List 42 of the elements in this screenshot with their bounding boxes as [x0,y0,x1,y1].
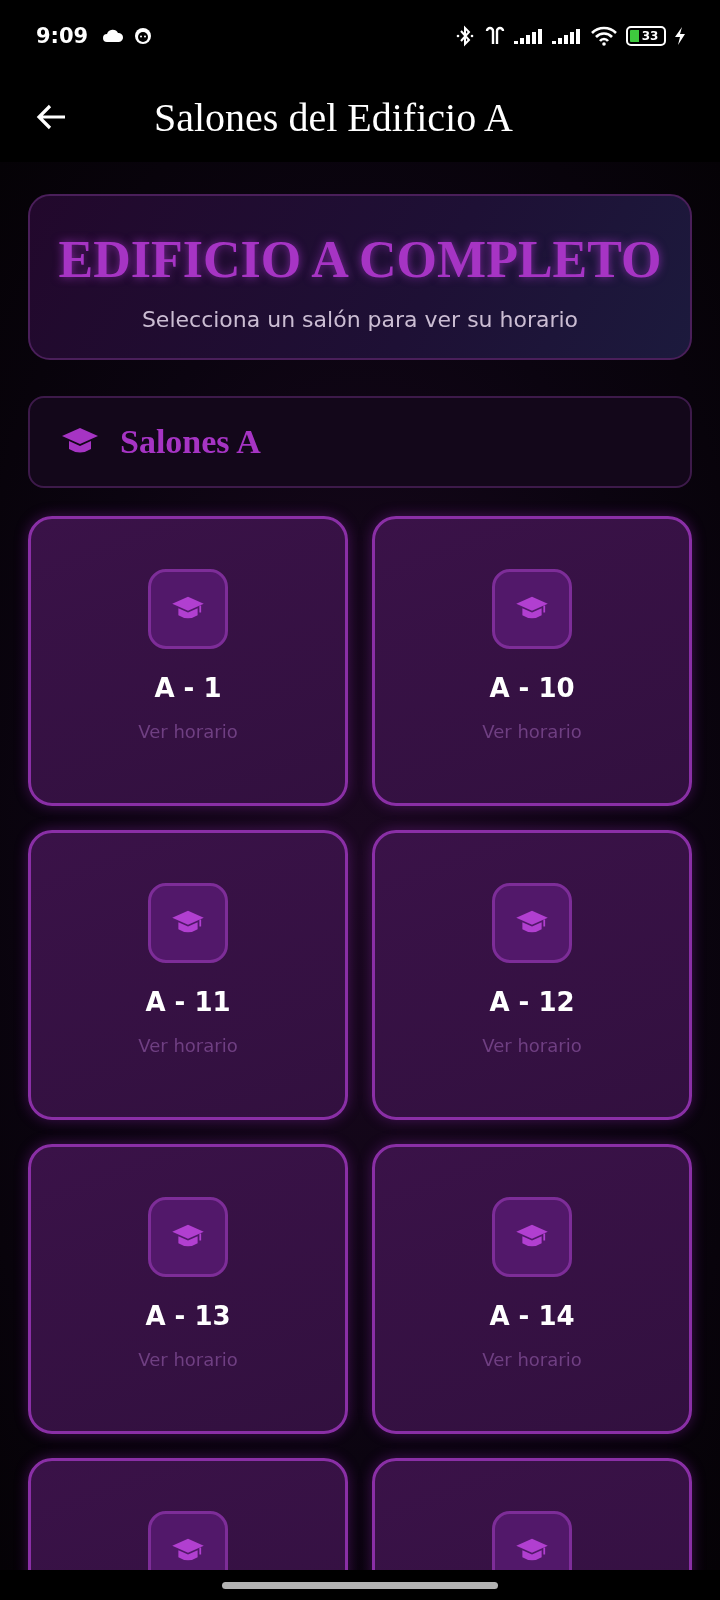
room-card[interactable]: A - 11 Ver horario [28,830,348,1120]
room-card[interactable]: A - 12 Ver horario [372,830,692,1120]
graduation-cap-icon [148,1511,228,1570]
cloud-icon [102,29,125,43]
graduation-cap-icon [148,1197,228,1277]
status-time: 9:09 [36,24,89,48]
room-name: A - 1 [154,673,222,703]
room-card[interactable]: A - 1 Ver horario [28,516,348,806]
bluetooth-icon [454,25,476,47]
hero-subtitle: Selecciona un salón para ver su horario [141,307,579,332]
room-action: Ver horario [138,721,238,742]
graduation-cap-icon [148,883,228,963]
section-title: Salones A [120,423,261,461]
signal-icon [514,28,544,44]
battery-level: 33 [640,30,659,42]
wifi-icon [590,26,618,46]
graduation-cap-icon [492,883,572,963]
charging-icon [674,27,686,45]
room-name: A - 12 [489,987,575,1017]
room-action: Ver horario [482,1035,582,1056]
room-action: Ver horario [138,1035,238,1056]
room-name: A - 13 [145,1301,231,1331]
room-name: A - 14 [489,1301,575,1331]
graduation-cap-icon [492,569,572,649]
room-action: Ver horario [138,1349,238,1370]
graduation-cap-icon [492,1511,572,1570]
graduation-cap-icon [492,1197,572,1277]
room-name: A - 10 [489,673,575,703]
room-name: A - 11 [145,987,231,1017]
home-indicator[interactable] [222,1581,498,1589]
room-action: Ver horario [482,1349,582,1370]
earbuds-icon [484,26,506,46]
graduation-cap-icon [148,569,228,649]
face-icon [134,27,153,45]
back-button[interactable] [36,103,68,131]
page-title: Salones del Edificio A [154,93,513,141]
room-card[interactable]: A - 14 Ver horario [372,1144,692,1434]
hero-title: EDIFICIO A COMPLETO [58,230,662,289]
room-action: Ver horario [482,721,582,742]
room-card[interactable]: A - 13 Ver horario [28,1144,348,1434]
room-card[interactable]: A - 10 Ver horario [372,516,692,806]
signal-icon [552,28,582,44]
